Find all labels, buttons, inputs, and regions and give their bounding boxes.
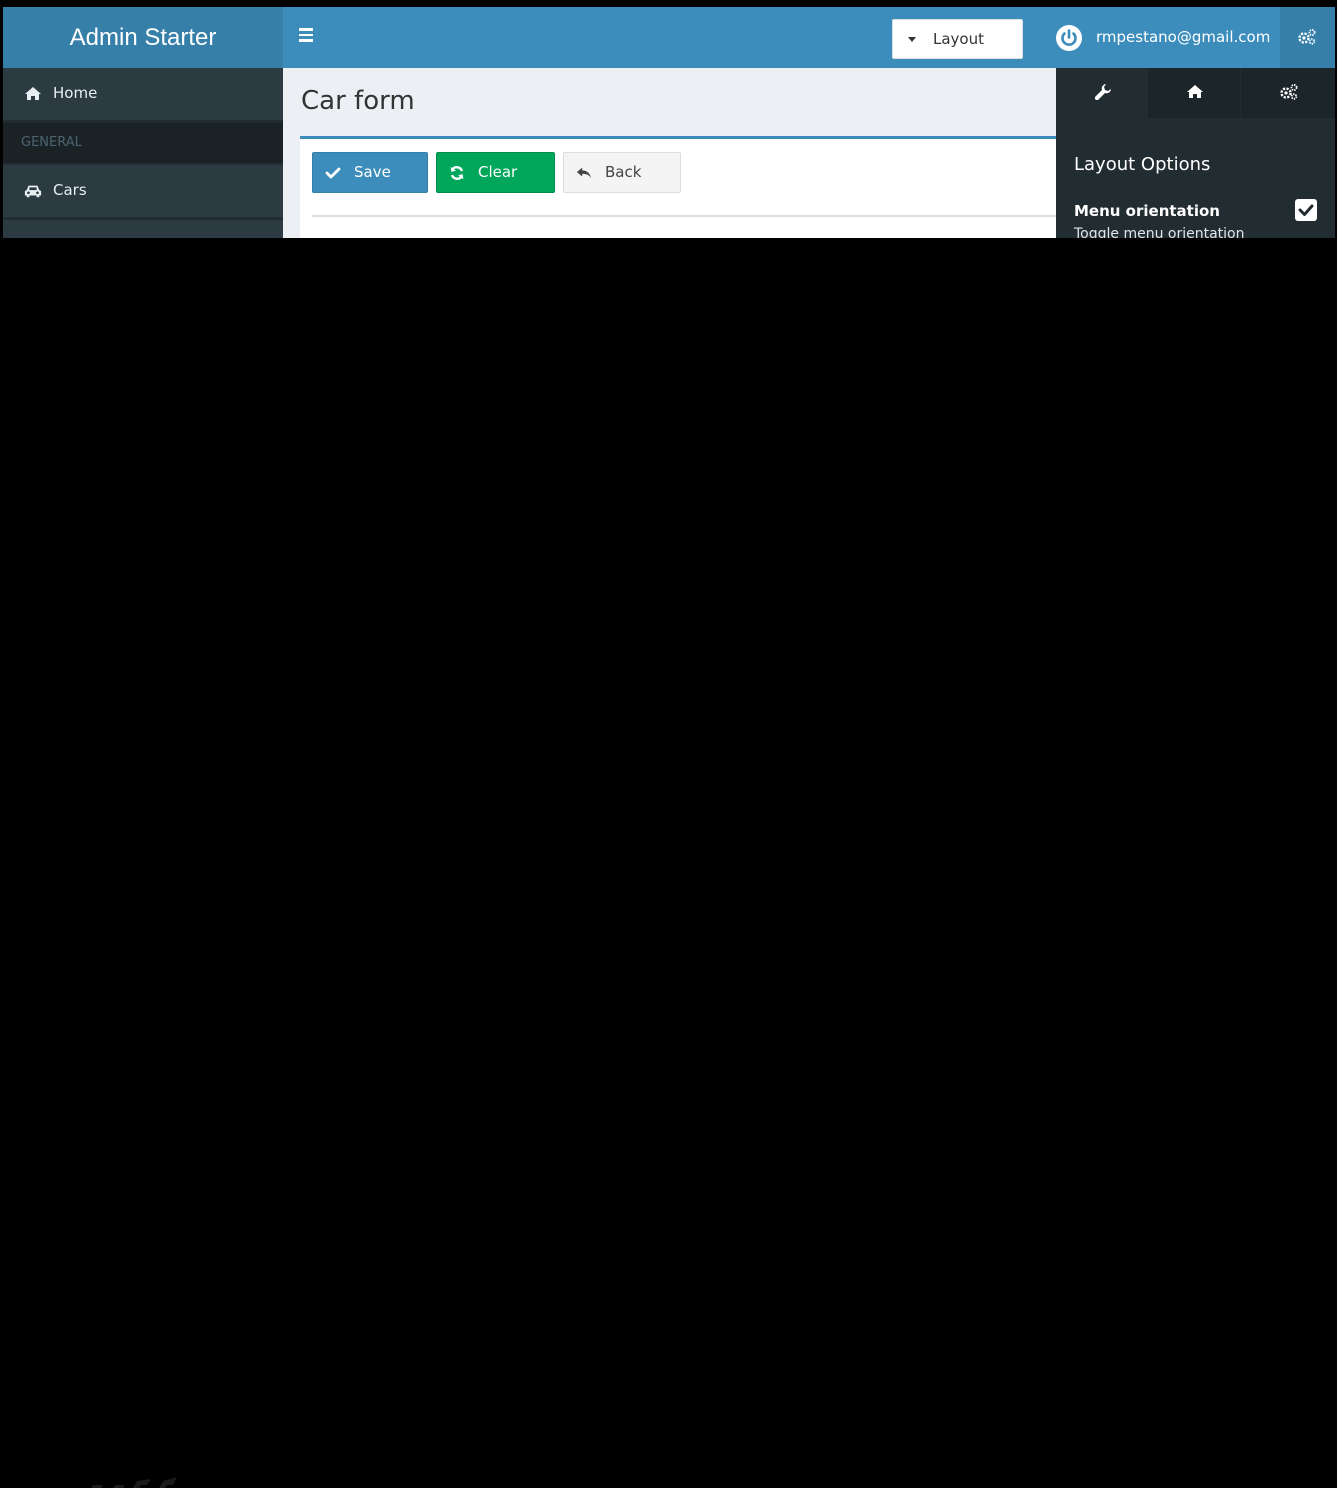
- layout-button-label: Layout: [933, 30, 984, 48]
- refresh-icon: [450, 166, 464, 180]
- tab-home[interactable]: [1148, 68, 1240, 118]
- clear-button[interactable]: Clear: [436, 152, 555, 193]
- gears-icon: [1280, 84, 1298, 100]
- back-button[interactable]: Back: [563, 152, 681, 193]
- user-email: rmpestano@gmail.com: [1096, 28, 1271, 46]
- layout-options-heading: Layout Options: [1074, 154, 1211, 175]
- car-icon: [24, 185, 42, 198]
- save-button-label: Save: [354, 163, 391, 181]
- control-sidebar: Layout Options Menu orientation Toggle m…: [1056, 68, 1335, 238]
- page-title: Car form: [301, 86, 415, 116]
- sidebar-next-item: [3, 220, 283, 238]
- brand-logo[interactable]: Admin Starter: [3, 7, 283, 68]
- partial-logo-mark: [91, 1477, 177, 1488]
- form-divider: [312, 215, 1056, 217]
- sidebar-item-cars[interactable]: Cars: [3, 165, 283, 217]
- menu-icon-bar: [299, 39, 313, 42]
- menu-orientation-checkbox[interactable]: [1295, 199, 1317, 221]
- power-icon: [1056, 25, 1082, 51]
- checkmark-icon: [1298, 204, 1314, 216]
- top-navbar: Admin Starter Layout rmpestano@gmail.com: [3, 7, 1335, 68]
- reply-icon: [576, 167, 592, 179]
- check-icon: [325, 167, 341, 179]
- menu-icon-bar: [299, 28, 313, 31]
- form-box: Save Clear Back: [300, 136, 1056, 238]
- save-button[interactable]: Save: [312, 152, 428, 193]
- wrench-icon: [1094, 84, 1111, 101]
- menu-toggle-button[interactable]: [299, 25, 315, 49]
- screen: Admin Starter Layout rmpestano@gmail.com: [3, 7, 1335, 1488]
- gears-icon: [1298, 29, 1316, 45]
- tab-settings[interactable]: [1241, 68, 1335, 118]
- sidebar-item-label: Home: [53, 84, 98, 102]
- sidebar-section-header: GENERAL: [3, 123, 283, 163]
- layout-dropdown-button[interactable]: Layout: [892, 19, 1023, 59]
- menu-icon-bar: [299, 33, 313, 36]
- sidebar-item-home[interactable]: Home: [3, 68, 283, 120]
- home-icon: [25, 87, 41, 100]
- admin-app: Admin Starter Layout rmpestano@gmail.com: [3, 7, 1335, 238]
- control-sidebar-toggle[interactable]: [1280, 7, 1335, 68]
- back-button-label: Back: [605, 163, 642, 181]
- main-sidebar: Home GENERAL Cars: [3, 68, 283, 238]
- control-sidebar-tabs: [1056, 68, 1335, 118]
- tab-layout-options[interactable]: [1056, 68, 1148, 118]
- menu-orientation-description: Toggle menu orientation: [1074, 226, 1245, 238]
- caret-down-icon: [908, 37, 916, 42]
- content-wrapper: Car form Save Clear Back: [283, 68, 1056, 238]
- sidebar-item-label: Cars: [53, 181, 87, 199]
- home-icon: [1187, 85, 1203, 98]
- clear-button-label: Clear: [478, 163, 518, 181]
- menu-orientation-label: Menu orientation: [1074, 202, 1220, 220]
